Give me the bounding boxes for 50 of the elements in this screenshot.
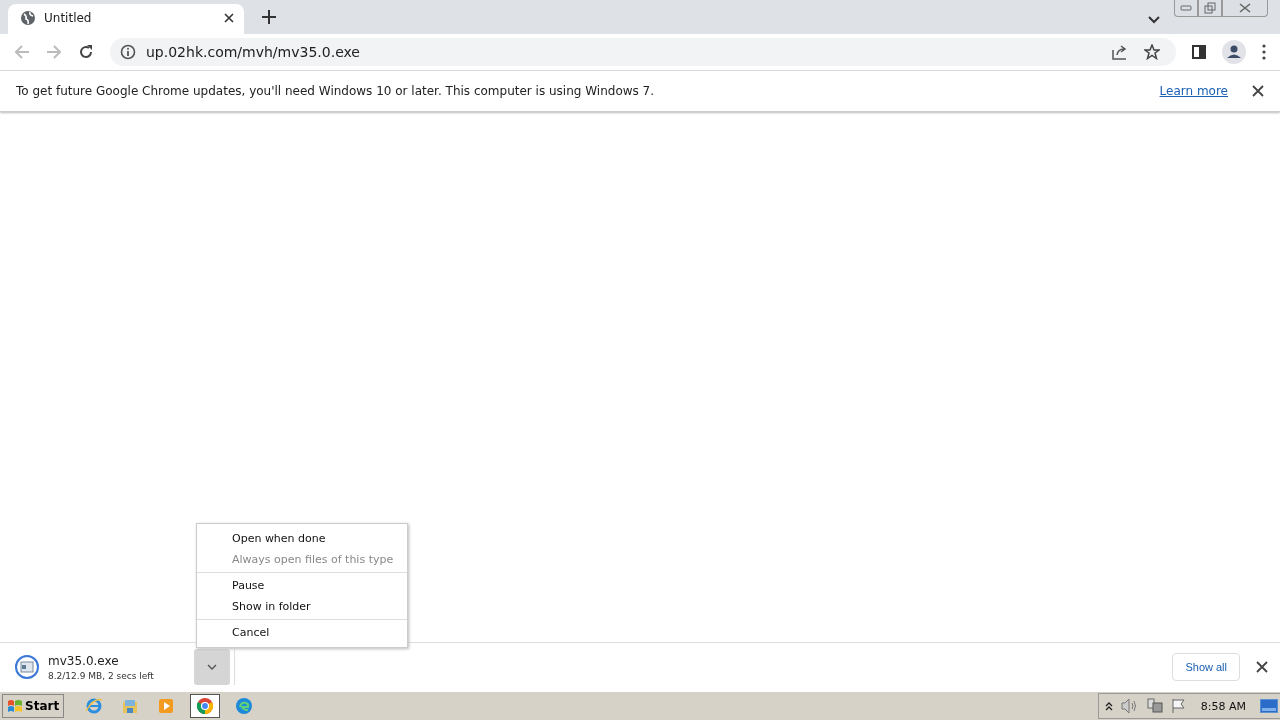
browser-logo-icon [196, 697, 215, 715]
plus-icon[interactable] [262, 10, 276, 24]
browser-tab[interactable]: Untitled [8, 4, 244, 34]
close-icon [1239, 3, 1251, 13]
play-icon [157, 697, 176, 715]
menu-item[interactable]: Show in folder [197, 596, 407, 617]
close-icon[interactable] [224, 13, 234, 23]
folder-icon [121, 697, 140, 715]
side-panel-icon[interactable] [1192, 45, 1206, 59]
restore-button[interactable] [1198, 0, 1222, 17]
close-icon[interactable] [1252, 85, 1264, 97]
tab-title: Untitled [44, 11, 93, 25]
download-progress-icon [14, 654, 40, 680]
menu-item[interactable]: Cancel [197, 622, 407, 643]
wave-logo-icon [235, 697, 254, 715]
menu-item[interactable]: Open when done [197, 528, 407, 549]
reload-icon[interactable] [78, 44, 94, 60]
info-icon [120, 44, 136, 60]
minimize-icon [1180, 5, 1192, 11]
chevron-up-icon[interactable] [1104, 701, 1113, 711]
taskbar-app[interactable] [190, 694, 221, 718]
chevron-down-icon [207, 664, 217, 670]
globe-icon [20, 10, 36, 26]
learn-more-link[interactable]: Learn more [1159, 84, 1228, 98]
windows-logo-icon [7, 699, 23, 713]
url-text: up.02hk.com/mvh/mv35.0.exe [146, 44, 360, 60]
close-icon[interactable] [1256, 661, 1268, 673]
speaker-icon[interactable] [1120, 698, 1139, 714]
menu-icon[interactable] [1262, 44, 1266, 60]
profile-icon[interactable] [1222, 40, 1246, 64]
back-icon[interactable] [14, 44, 30, 60]
download-status: 8.2/12.9 MB, 2 secs left [48, 670, 154, 681]
menu-item[interactable]: Pause [197, 575, 407, 596]
show-desktop-icon[interactable] [1260, 699, 1278, 713]
browser-e-icon [85, 697, 104, 715]
close-button[interactable] [1222, 0, 1268, 17]
minimize-button[interactable] [1174, 0, 1198, 17]
network-icon[interactable] [1146, 698, 1163, 714]
file-name: mv35.0.exe [48, 653, 120, 668]
start-button[interactable]: Start [2, 694, 65, 718]
flag-icon[interactable] [1170, 698, 1187, 714]
star-icon[interactable] [1144, 44, 1160, 60]
show-all-button[interactable]: Show all [1172, 653, 1240, 681]
share-icon[interactable] [1112, 44, 1128, 60]
address-bar[interactable]: up.02hk.com/mvh/mv35.0.exe [110, 38, 1176, 66]
chevron-down-icon[interactable] [1148, 16, 1160, 24]
forward-icon[interactable] [46, 44, 62, 60]
restore-icon [1204, 2, 1216, 14]
clock: 8:58 AM [1200, 699, 1246, 713]
infobar-message: To get future Google Chrome updates, you'll need Windows 10 or later. This computer is using Windows 7. [16, 84, 655, 98]
